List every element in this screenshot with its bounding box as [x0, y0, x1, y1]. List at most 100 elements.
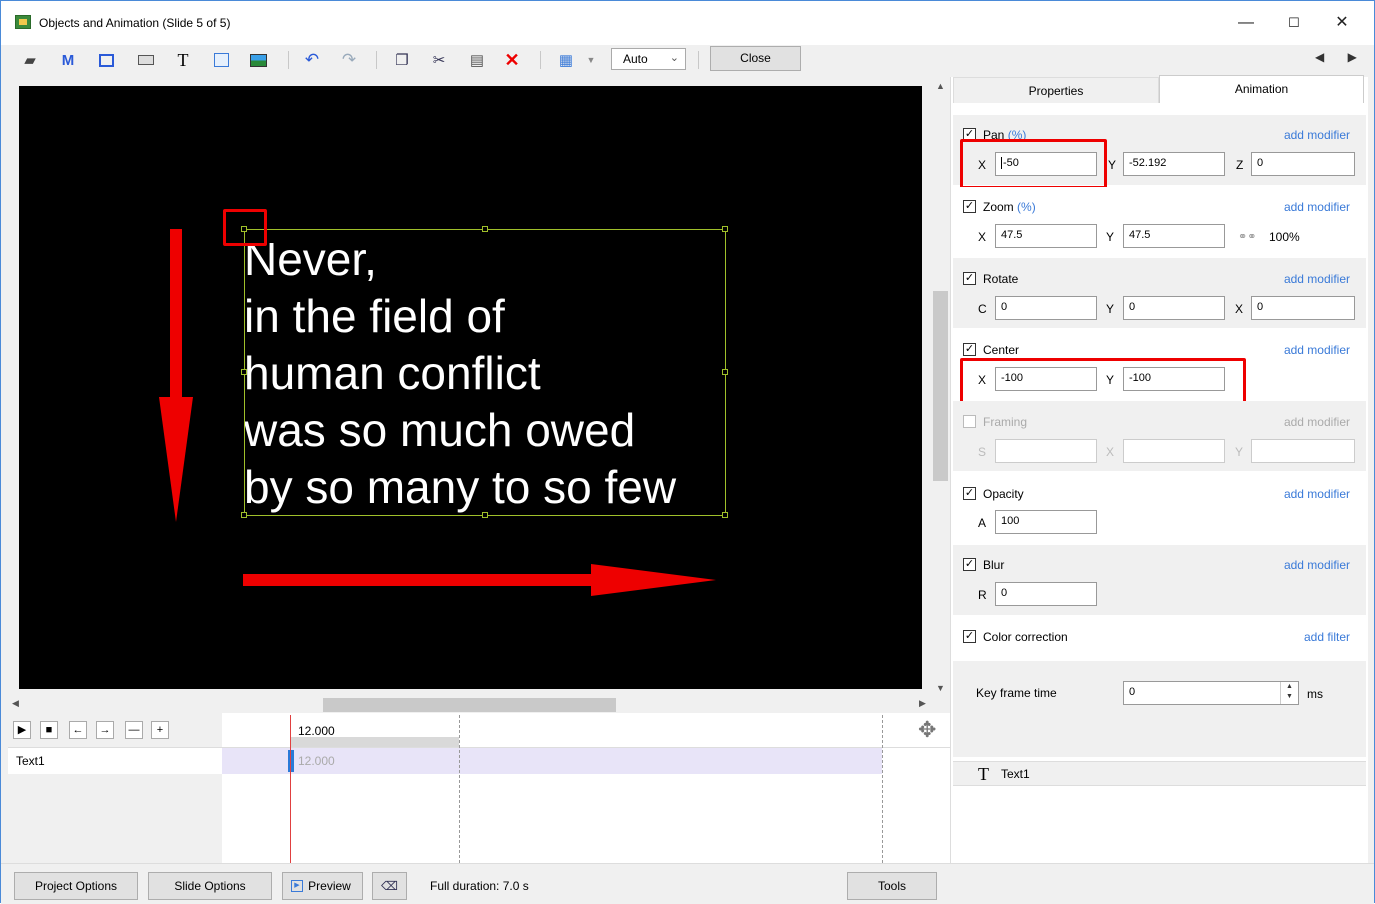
framing-y-field [1251, 439, 1355, 463]
redo-icon[interactable]: ↷ [338, 48, 360, 72]
pan-y-label: Y [1108, 158, 1117, 172]
app-icon [15, 15, 31, 29]
pan-z-field[interactable]: 0 [1251, 152, 1355, 176]
undo-icon[interactable]: ↶ [301, 48, 323, 72]
resize-handle[interactable] [241, 512, 247, 518]
separator [698, 51, 699, 69]
zoom-x-label: X [978, 230, 987, 244]
blur-add-modifier-link[interactable]: add modifier [1284, 558, 1350, 572]
remove-keyframe-button[interactable]: — [125, 721, 143, 739]
red-arrow-down-shaft [170, 229, 182, 399]
delete-icon[interactable]: ✕ [501, 48, 523, 72]
blur-checkbox[interactable]: ✓ [963, 558, 976, 571]
rotate-x-label: X [1235, 302, 1244, 316]
pan-y-field[interactable]: -52.192 [1123, 152, 1225, 176]
keyframe-time-field[interactable]: 0 [1123, 681, 1299, 705]
opacity-a-field[interactable]: 100 [995, 510, 1097, 534]
resize-handle[interactable] [482, 512, 488, 518]
stop-button[interactable]: ■ [40, 721, 58, 739]
zoom-x-field[interactable]: 47.5 [995, 224, 1097, 248]
preview-icon: ▶ [291, 880, 303, 892]
button-object-icon[interactable] [135, 48, 157, 72]
playhead[interactable] [290, 715, 291, 863]
project-options-button[interactable]: Project Options [14, 872, 138, 900]
opacity-add-modifier-link[interactable]: add modifier [1284, 487, 1350, 501]
title-bar: Objects and Animation (Slide 5 of 5) — ☐… [1, 1, 1374, 45]
close-window-button[interactable]: ✕ [1319, 9, 1365, 37]
zoom-checkbox[interactable]: ✓ [963, 200, 976, 213]
rotate-y-label: Y [1106, 302, 1115, 316]
full-duration: Full duration: 7.0 s [430, 879, 529, 893]
color-correction-checkbox[interactable]: ✓ [963, 630, 976, 643]
rotate-c-field[interactable]: 0 [995, 296, 1097, 320]
scroll-right-icon[interactable]: ▶ [919, 698, 926, 709]
add-filter-link[interactable]: add filter [1304, 630, 1350, 644]
framing-y-label: Y [1235, 445, 1244, 459]
play-button[interactable]: ▶ [13, 721, 31, 739]
rectangle-icon[interactable] [210, 48, 232, 72]
center-checkbox[interactable]: ✓ [963, 343, 976, 356]
rotate-y-field[interactable]: 0 [1123, 296, 1225, 320]
copy-icon[interactable]: ❐ [391, 48, 413, 72]
rotate-checkbox[interactable]: ✓ [963, 272, 976, 285]
paste-icon[interactable]: ▤ [466, 48, 488, 72]
vertical-scroll-thumb[interactable] [933, 291, 948, 481]
scroll-up-icon[interactable]: ▲ [936, 81, 945, 91]
pan-add-modifier-link[interactable]: add modifier [1284, 128, 1350, 142]
grid-icon[interactable]: ▦ [555, 48, 577, 72]
tools-button[interactable]: Tools [847, 872, 937, 900]
center-label: Center [983, 343, 1020, 357]
slide-nav-arrows[interactable]: ◀ ▶ [1315, 50, 1367, 64]
resize-handle[interactable] [722, 512, 728, 518]
object-list-label[interactable]: Text1 [1001, 767, 1030, 781]
text-object-selection[interactable] [244, 229, 726, 516]
zoom-y-field[interactable]: 47.5 [1123, 224, 1225, 248]
add-keyframe-button[interactable]: + [151, 721, 169, 739]
minimize-button[interactable]: — [1223, 9, 1269, 37]
keyframe-time-unit: ms [1307, 687, 1323, 701]
next-keyframe-button[interactable]: → [96, 721, 114, 739]
preview-button[interactable]: ▶ Preview [282, 872, 363, 900]
maximize-button[interactable]: ☐ [1271, 9, 1317, 37]
resize-handle[interactable] [482, 226, 488, 232]
blur-label: Blur [983, 558, 1005, 572]
blur-r-field[interactable]: 0 [995, 582, 1097, 606]
keyframe-time-spinner[interactable]: ▲ ▼ [1280, 682, 1298, 704]
timeline-row-label[interactable]: Text1 [16, 754, 45, 768]
keyframe-marker[interactable] [288, 750, 294, 772]
red-arrow-down-head [159, 397, 193, 522]
text-object-button[interactable]: T [172, 48, 194, 72]
tab-properties[interactable]: Properties [953, 77, 1159, 103]
resize-handle[interactable] [722, 369, 728, 375]
timeline-range-bar [291, 737, 459, 747]
framing-checkbox [963, 415, 976, 428]
link-icon[interactable]: ⚭⚭ [1238, 230, 1256, 243]
mask-button[interactable]: M [57, 48, 79, 72]
resize-handle[interactable] [241, 369, 247, 375]
resize-handle[interactable] [722, 226, 728, 232]
cut-icon[interactable]: ✂ [428, 48, 450, 72]
rotate-x-field[interactable]: 0 [1251, 296, 1355, 320]
horizontal-scroll-thumb[interactable] [323, 698, 616, 712]
window-title: Objects and Animation (Slide 5 of 5) [39, 16, 231, 30]
zoom-percent: 100% [1269, 230, 1300, 244]
zoom-add-modifier-link[interactable]: add modifier [1284, 200, 1350, 214]
zoom-auto-select[interactable]: Auto ⌄ [611, 48, 686, 70]
image-icon[interactable] [247, 48, 269, 72]
opacity-checkbox[interactable]: ✓ [963, 487, 976, 500]
separator [288, 51, 289, 69]
grid-dropdown-chevron-icon[interactable]: ▼ [585, 48, 597, 72]
camera-icon[interactable]: ▰ [19, 48, 41, 72]
move-icon[interactable]: ✥ [918, 717, 936, 743]
frame-icon[interactable] [95, 48, 117, 72]
eraser-button[interactable]: ⌫ [372, 872, 407, 900]
rotate-add-modifier-link[interactable]: add modifier [1284, 272, 1350, 286]
center-add-modifier-link[interactable]: add modifier [1284, 343, 1350, 357]
slide-options-button[interactable]: Slide Options [148, 872, 272, 900]
close-button[interactable]: Close [710, 46, 801, 71]
tab-animation[interactable]: Animation [1159, 75, 1364, 103]
scroll-down-icon[interactable]: ▼ [936, 683, 945, 693]
scroll-left-icon[interactable]: ◀ [12, 698, 19, 709]
prev-keyframe-button[interactable]: ← [69, 721, 87, 739]
timeline-dashed-marker [882, 715, 883, 863]
